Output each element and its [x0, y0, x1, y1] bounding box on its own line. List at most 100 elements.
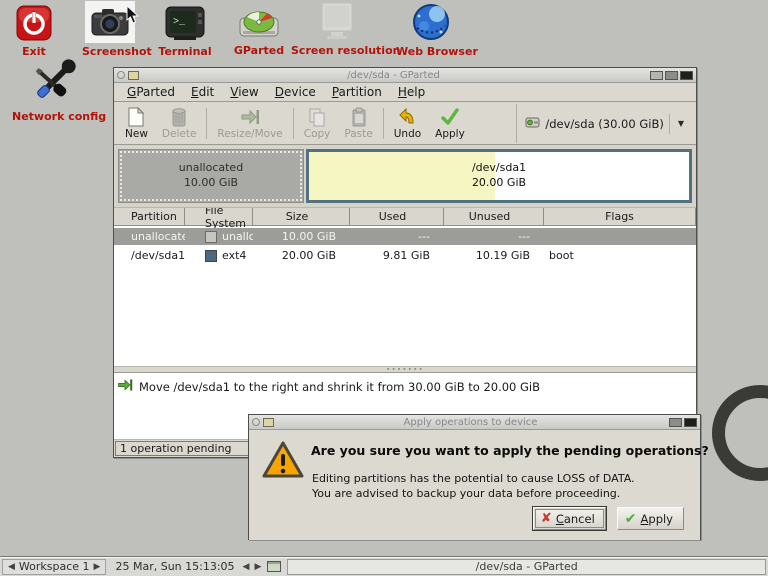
menu-partition[interactable]: Partition: [324, 84, 390, 100]
device-selector[interactable]: /dev/sda (30.00 GiB) ▼: [517, 104, 692, 143]
desktop-icon-web-browser[interactable]: Web Browser: [396, 1, 466, 58]
dialog-body: Editing partitions has the potential to …: [312, 471, 635, 502]
menubar: GParted Edit View Device Partition Help: [114, 83, 696, 102]
filesystem-swatch-ext4: [205, 250, 217, 262]
table-row-unallocated[interactable]: unallocated unallocated 10.00 GiB --- --…: [114, 228, 696, 245]
table-header-row: Partition File System Size Used Unused F…: [114, 208, 696, 226]
minimize-button[interactable]: [650, 71, 663, 80]
menu-edit[interactable]: Edit: [183, 84, 222, 100]
window-menu-icon[interactable]: [252, 418, 260, 426]
resize-move-button[interactable]: Resize/Move: [210, 104, 289, 143]
column-header-filesystem[interactable]: File System: [185, 208, 253, 226]
window-title: /dev/sda - GParted: [139, 70, 648, 81]
toolbar: New Delete Resize/Move Copy Paste Undo A…: [114, 102, 696, 145]
globe-icon: [408, 1, 454, 43]
taskbar-task-gparted[interactable]: /dev/sda - GParted: [287, 559, 766, 575]
app-icon: [263, 418, 274, 427]
dialog-body-line1: Editing partitions has the potential to …: [312, 471, 635, 486]
taskbar-clock: 25 Mar, Sun 15:13:05: [115, 560, 234, 573]
window-menu-icon[interactable]: [117, 71, 125, 79]
operation-text: Move /dev/sda1 to the right and shrink i…: [139, 380, 540, 394]
undo-button[interactable]: Undo: [387, 104, 428, 143]
drive-icon: [525, 116, 540, 132]
filesystem-swatch-unallocated: [205, 231, 217, 243]
menu-help[interactable]: Help: [390, 84, 433, 100]
desktop-icon-exit[interactable]: Exit: [8, 3, 60, 58]
toolbar-separator: [293, 108, 294, 139]
workspace-switcher: ◀ Workspace 1 ▶: [2, 559, 106, 575]
svg-text:>_: >_: [173, 17, 186, 28]
close-button[interactable]: [684, 418, 697, 427]
pager-right-arrow[interactable]: ▶: [254, 562, 261, 572]
apply-toolbar-button[interactable]: Apply: [428, 104, 472, 143]
new-button[interactable]: New: [118, 104, 155, 143]
desktop-icon-label: GParted: [232, 44, 286, 57]
desktop-icon-label: Web Browser: [396, 45, 466, 58]
warning-icon: [262, 441, 304, 482]
mouse-cursor: [126, 5, 139, 27]
dialog-content: Are you sure you want to apply the pendi…: [249, 430, 700, 540]
show-desktop-icon[interactable]: [267, 561, 281, 572]
dialog-heading: Are you sure you want to apply the pendi…: [311, 443, 709, 458]
gparted-icon: [235, 6, 283, 42]
cancel-x-icon: ✘: [541, 512, 552, 525]
dialog-titlebar[interactable]: Apply operations to device: [249, 415, 700, 430]
paste-button[interactable]: Paste: [337, 104, 379, 143]
resize-move-icon: [240, 107, 260, 127]
menu-device[interactable]: Device: [267, 84, 324, 100]
exit-icon: [14, 3, 54, 43]
undo-icon: [397, 107, 417, 127]
close-button[interactable]: [680, 71, 693, 80]
column-header-flags[interactable]: Flags: [544, 208, 696, 226]
operation-item[interactable]: Move /dev/sda1 to the right and shrink i…: [117, 377, 693, 396]
sda1-used-fill: [309, 152, 495, 200]
column-header-unused[interactable]: Unused: [444, 208, 544, 226]
workspace-label: Workspace 1: [19, 560, 90, 573]
apply-check-icon: [440, 107, 460, 127]
maximize-button[interactable]: [669, 418, 682, 427]
toolbar-separator: [383, 108, 384, 139]
desktop-icon-network-config[interactable]: Network config: [12, 58, 92, 123]
partition-box-sda1[interactable]: /dev/sda1 20.00 GiB: [306, 149, 692, 203]
workspace-next-arrow[interactable]: ▶: [94, 562, 101, 572]
desktop-icon-label: Terminal: [156, 45, 214, 58]
desktop-icon-label: Screen resolution: [291, 44, 383, 57]
taskbar: ◀ Workspace 1 ▶ 25 Mar, Sun 15:13:05 ◀ ▶…: [0, 556, 768, 576]
pager-left-arrow[interactable]: ◀: [243, 562, 250, 572]
desktop-icon-terminal[interactable]: >_ Terminal: [156, 3, 214, 58]
gparted-titlebar[interactable]: /dev/sda - GParted: [114, 68, 696, 83]
copy-icon: [308, 107, 326, 127]
dialog-body-line2: You are advised to backup your data befo…: [312, 486, 635, 501]
delete-button[interactable]: Delete: [155, 104, 204, 143]
desktop-icon-screen-resolution[interactable]: Screen resolution: [291, 0, 383, 57]
partition-box-unallocated[interactable]: unallocated 10.00 GiB: [118, 149, 304, 203]
apply-operations-dialog: Apply operations to device Are you sure …: [248, 414, 701, 540]
new-partition-icon: [127, 107, 145, 127]
paste-icon: [351, 107, 367, 127]
column-header-size[interactable]: Size: [253, 208, 350, 226]
apply-check-icon: ✔: [625, 512, 637, 526]
chevron-down-icon: ▼: [669, 114, 684, 134]
device-selector-value: /dev/sda (30.00 GiB): [545, 117, 663, 131]
maximize-button[interactable]: [665, 71, 678, 80]
column-header-used[interactable]: Used: [350, 208, 444, 226]
apply-button[interactable]: ✔ Apply: [617, 507, 684, 530]
gparted-window: /dev/sda - GParted GParted Edit View Dev…: [113, 67, 697, 458]
monitor-icon: [312, 0, 362, 42]
dialog-title: Apply operations to device: [274, 417, 667, 428]
move-resize-operation-icon: [117, 377, 133, 396]
menu-view[interactable]: View: [222, 84, 266, 100]
dialog-buttons: ✘ Cancel ✔ Apply: [533, 507, 684, 530]
copy-button[interactable]: Copy: [297, 104, 338, 143]
desktop-icon-label: Screenshot: [82, 45, 138, 58]
app-icon: [128, 71, 139, 80]
column-header-partition[interactable]: Partition: [114, 208, 185, 226]
cancel-button[interactable]: ✘ Cancel: [533, 507, 606, 530]
toolbar-separator: [206, 108, 207, 139]
pager-arrows: ◀ ▶: [243, 562, 262, 572]
menu-gparted[interactable]: GParted: [119, 84, 183, 100]
table-row-sda1[interactable]: /dev/sda1 ext4 20.00 GiB 9.81 GiB 10.19 …: [114, 247, 696, 264]
desktop-icon-gparted[interactable]: GParted: [232, 6, 286, 57]
tools-icon: [26, 58, 78, 108]
workspace-prev-arrow[interactable]: ◀: [8, 562, 15, 572]
